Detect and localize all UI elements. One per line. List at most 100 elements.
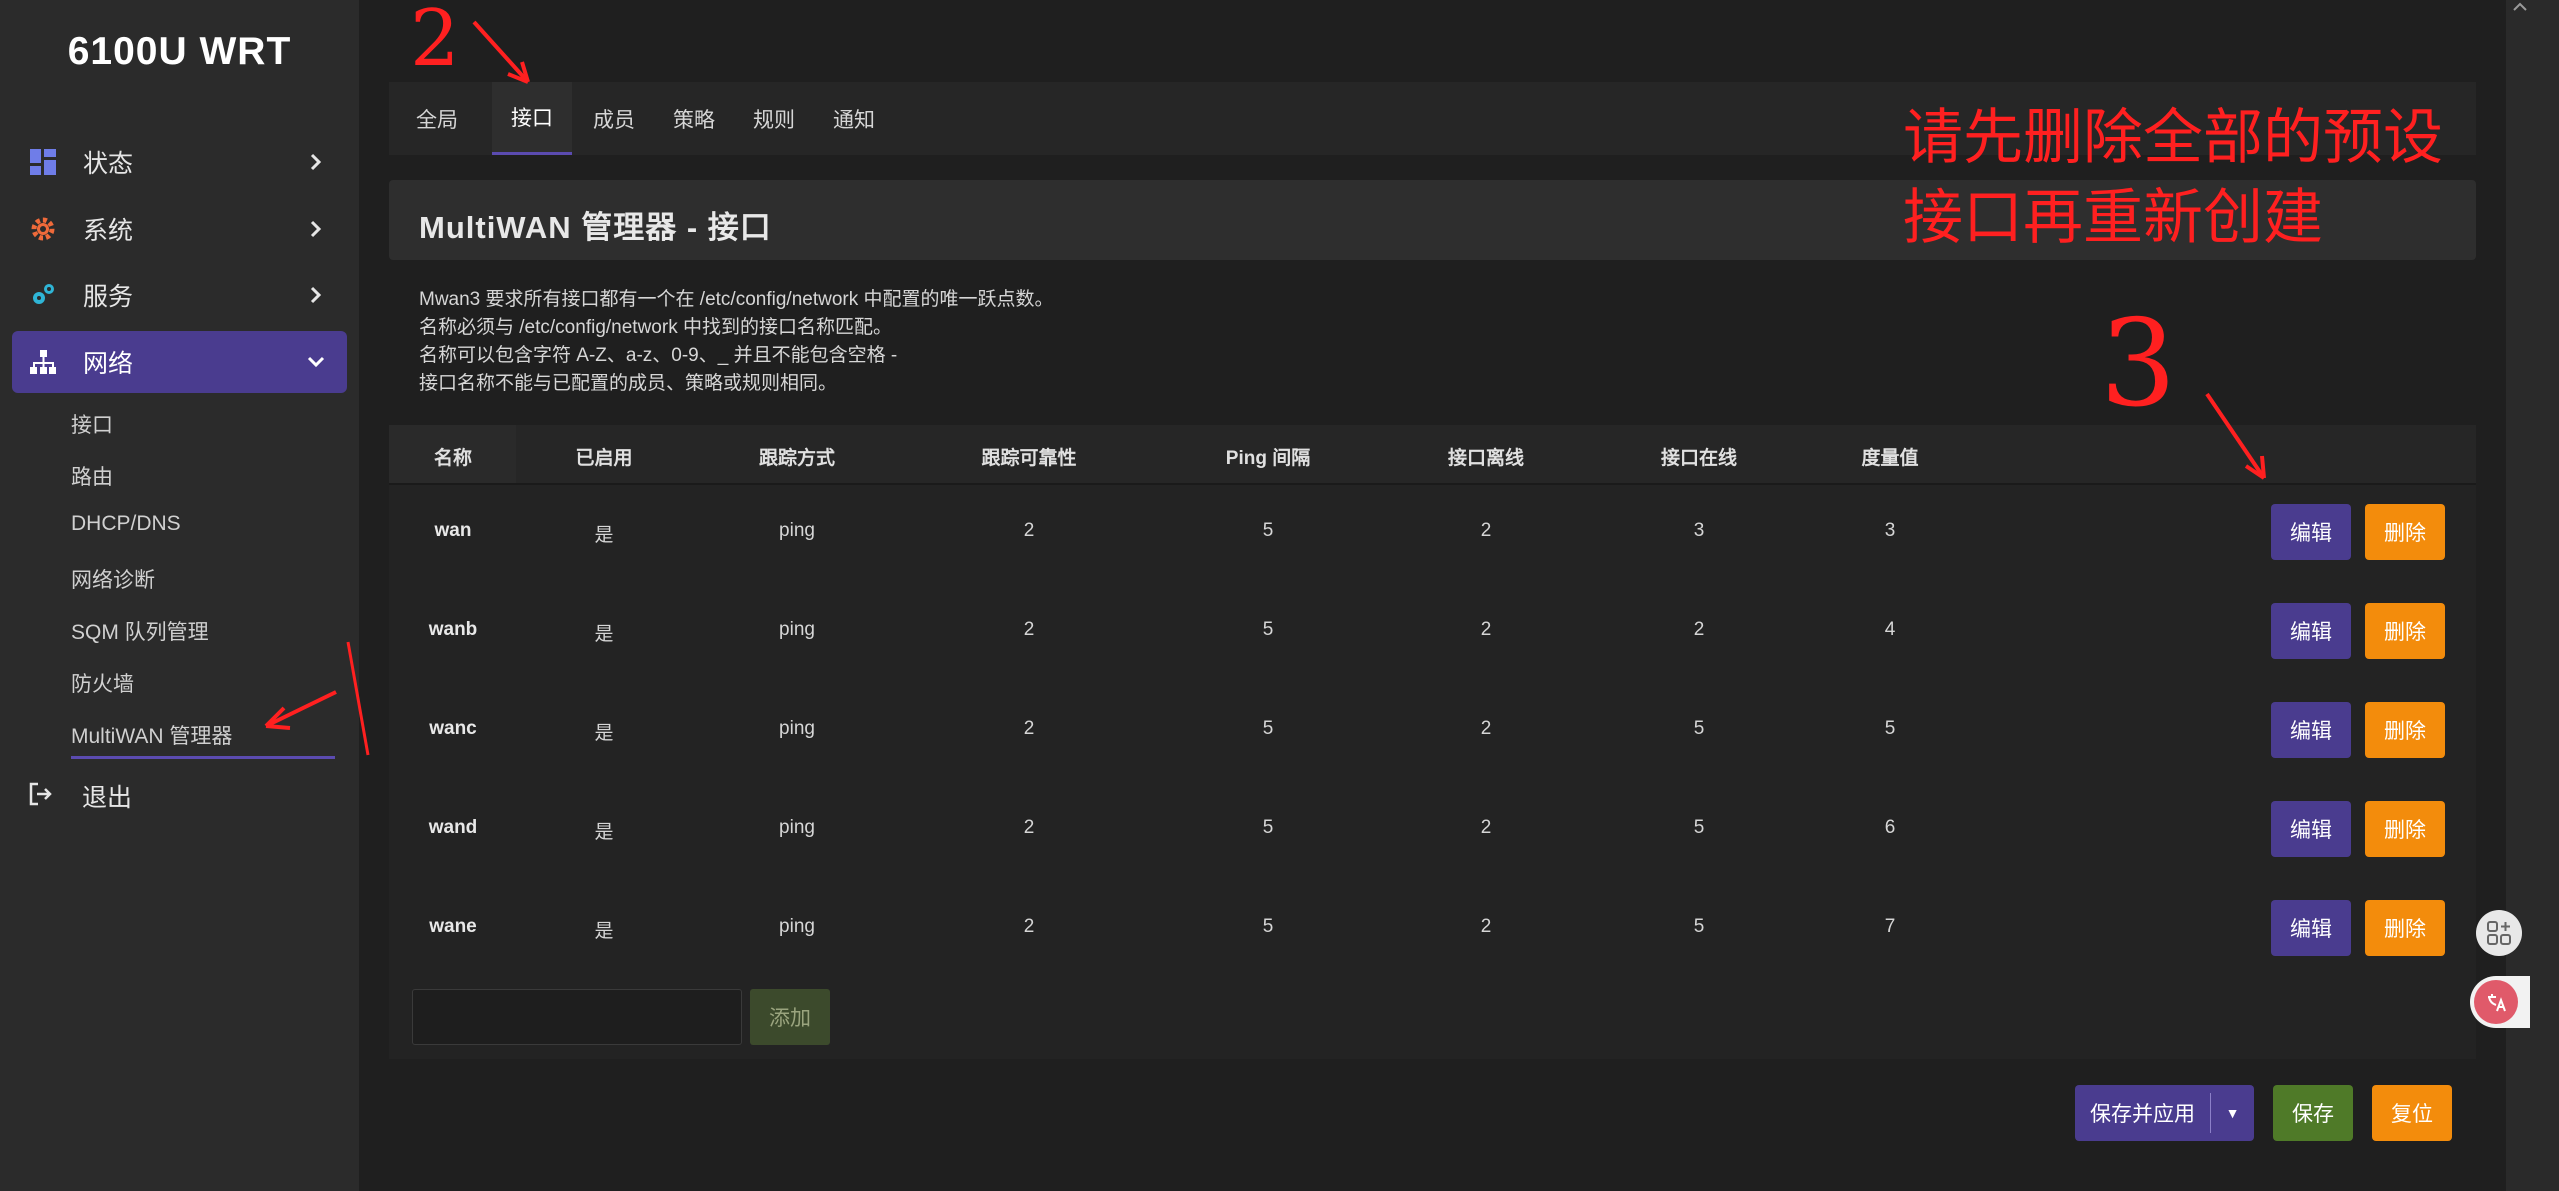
delete-button[interactable]: 删除 [2365,603,2445,659]
column-header: Ping 间隔 [1225,448,1311,469]
delete-button[interactable]: 删除 [2365,504,2445,560]
reset-button[interactable]: 复位 [2372,1085,2452,1141]
tab-notify[interactable]: 通知 [819,82,889,155]
cell-enabled: 是 [594,723,614,744]
annotation-note: 请先删除全部的预设 接口再重新创建 [1903,98,2443,258]
cell-ping-interval: 5 [1262,718,1274,739]
column-header: 度量值 [1861,448,1919,469]
description-line: 名称必须与 /etc/config/network 中找到的接口名称匹配。 [419,317,892,338]
cell-up: 5 [1693,916,1705,937]
brand-logo: 6100U WRT [67,30,292,73]
cell-track-method: ping [779,718,815,739]
cell-down: 2 [1480,520,1492,541]
cell-metric: 3 [1884,520,1896,541]
annotation-number-3: 3 [2100,295,2176,434]
network-icon [28,347,58,377]
chevron-down-icon [307,356,325,368]
new-interface-input[interactable] [412,989,742,1045]
cell-enabled: 是 [594,822,614,843]
table-row: wan 是 ping 2 5 2 3 3 编辑 删除 [389,483,2476,582]
sidebar-item-label: 服务 [83,283,134,311]
translate-widget[interactable] [2470,976,2530,1028]
sidebar: 6100U WRT 状态 系统 服务 网络 接口 路由 DHCP/DNS 网络诊… [0,0,359,1191]
sidebar-subitem-diagnostics[interactable]: 网络诊断 [71,564,155,594]
save-button[interactable]: 保存 [2273,1085,2353,1141]
logout-icon [28,781,58,811]
cell-name: wane [429,916,477,937]
cell-reliability: 2 [1023,619,1035,640]
edit-button[interactable]: 编辑 [2271,801,2351,857]
cell-track-method: ping [779,916,815,937]
cell-metric: 4 [1884,619,1896,640]
edit-button[interactable]: 编辑 [2271,702,2351,758]
cell-track-method: ping [779,619,815,640]
sidebar-item-status[interactable]: 状态 [12,131,347,193]
column-header: 已启用 [575,448,633,469]
sidebar-item-network[interactable]: 网络 [12,331,347,393]
cell-track-method: ping [779,817,815,838]
save-apply-button[interactable]: 保存并应用 ▼ [2075,1085,2254,1141]
description-line: 接口名称不能与已配置的成员、策略或规则相同。 [419,373,838,394]
annotation-line: 请先删除全部的预设 [1903,103,2443,173]
cell-down: 2 [1480,718,1492,739]
translate-icon [2474,980,2518,1024]
tab-policies[interactable]: 策略 [659,82,729,155]
table-row: wanb 是 ping 2 5 2 2 4 编辑 删除 [389,582,2476,681]
apps-icon[interactable] [2476,910,2522,956]
edit-button[interactable]: 编辑 [2271,900,2351,956]
cell-up: 5 [1693,718,1705,739]
cell-name: wan [434,520,472,541]
cell-down: 2 [1480,916,1492,937]
logout-button[interactable]: 退出 [28,778,132,814]
sidebar-subitem-multiwan[interactable]: MultiWAN 管理器 [71,720,232,750]
cell-ping-interval: 5 [1262,916,1274,937]
cell-metric: 7 [1884,916,1896,937]
delete-button[interactable]: 删除 [2365,900,2445,956]
cell-name: wand [428,817,478,838]
cogs-icon [28,280,58,310]
cell-metric: 5 [1884,718,1896,739]
sidebar-item-label: 状态 [83,150,134,178]
sidebar-subitem-interfaces[interactable]: 接口 [71,409,113,439]
edit-button[interactable]: 编辑 [2271,504,2351,560]
column-header: 名称 [433,448,473,469]
cell-reliability: 2 [1023,718,1035,739]
sidebar-item-services[interactable]: 服务 [12,264,347,326]
dashboard-icon [28,147,58,177]
table-row: wane 是 ping 2 5 2 5 7 编辑 删除 [389,879,2476,978]
delete-button[interactable]: 删除 [2365,801,2445,857]
column-header: 跟踪方式 [758,448,836,469]
sidebar-subitem-routes[interactable]: 路由 [71,461,113,491]
chevron-right-icon [310,286,322,304]
sidebar-item-label: 系统 [83,217,134,245]
tab-interfaces[interactable]: 接口 [492,82,572,155]
cell-enabled: 是 [594,525,614,546]
sidebar-item-system[interactable]: 系统 [12,198,347,260]
sidebar-item-label: 网络 [83,350,134,378]
table-header: 名称 已启用 跟踪方式 跟踪可靠性 Ping 间隔 接口离线 接口在线 度量值 [389,425,2476,485]
edit-button[interactable]: 编辑 [2271,603,2351,659]
cell-ping-interval: 5 [1262,619,1274,640]
cell-down: 2 [1480,619,1492,640]
table-row: wanc 是 ping 2 5 2 5 5 编辑 删除 [389,681,2476,780]
delete-button[interactable]: 删除 [2365,702,2445,758]
tab-global[interactable]: 全局 [402,82,472,155]
scroll-up-icon[interactable] [2510,0,2530,18]
sidebar-subitem-sqm[interactable]: SQM 队列管理 [71,616,209,646]
cell-name: wanc [429,718,477,739]
sidebar-subitem-firewall[interactable]: 防火墙 [71,668,134,698]
tab-rules[interactable]: 规则 [739,82,809,155]
description-line: 名称可以包含字符 A-Z、a-z、0-9、_ 并且不能包含空格 - [419,345,898,366]
cell-name: wanb [428,619,478,640]
sidebar-subitem-dhcp-dns[interactable]: DHCP/DNS [71,512,181,536]
cell-up: 2 [1693,619,1705,640]
column-header: 接口在线 [1660,448,1738,469]
cell-down: 2 [1480,817,1492,838]
cell-enabled: 是 [594,921,614,942]
cell-up: 5 [1693,817,1705,838]
logout-label: 退出 [82,784,133,812]
tab-members[interactable]: 成员 [579,82,649,155]
add-button[interactable]: 添加 [750,989,830,1045]
table-row: wand 是 ping 2 5 2 5 6 编辑 删除 [389,780,2476,879]
caret-down-icon[interactable]: ▼ [2211,1085,2254,1141]
